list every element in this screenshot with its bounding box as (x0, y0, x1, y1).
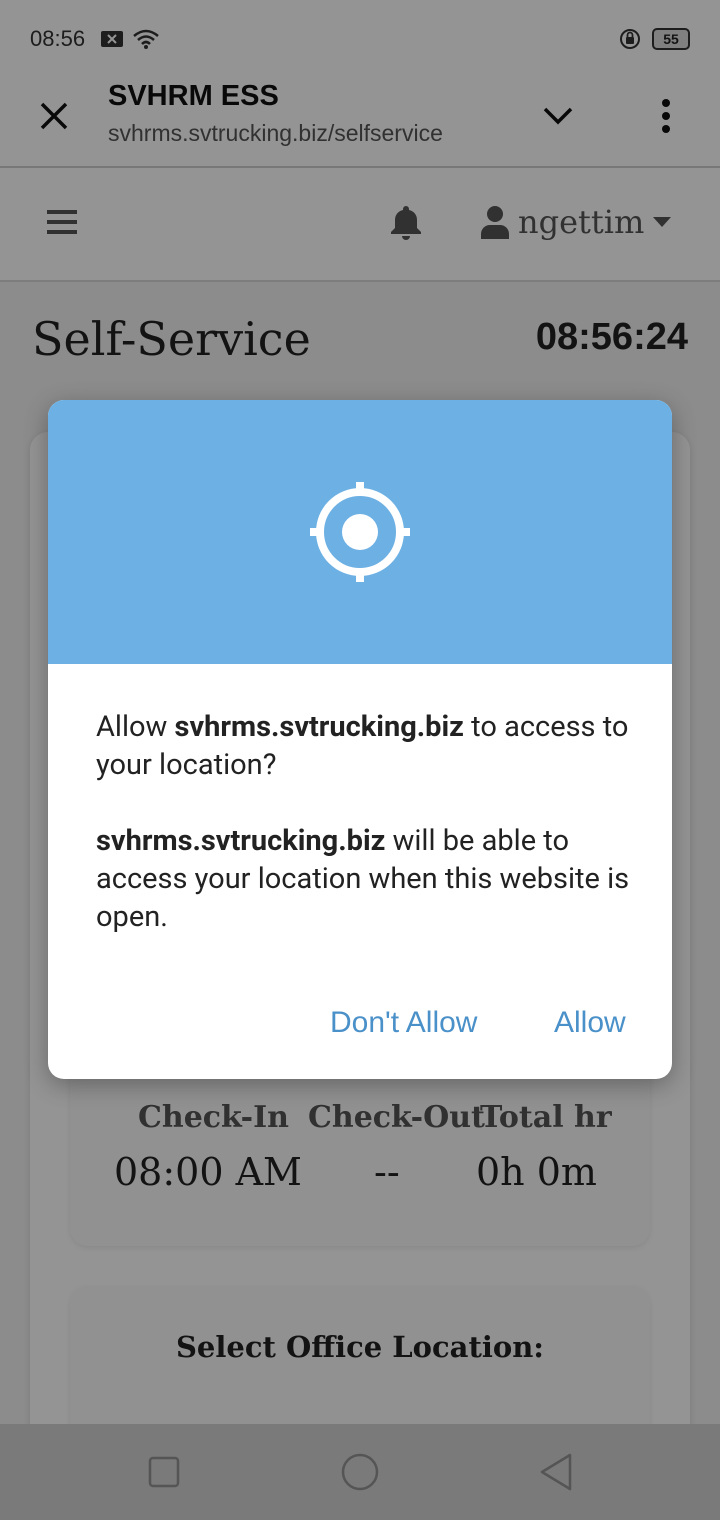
dialog-message: Allow svhrms.svtrucking.biz to access to… (96, 708, 636, 936)
allow-button[interactable]: Allow (554, 1006, 626, 1040)
home-button[interactable] (338, 1450, 382, 1494)
dialog-question: Allow svhrms.svtrucking.biz to access to… (96, 710, 629, 782)
dialog-header (48, 400, 672, 664)
dialog-explanation: svhrms.svtrucking.biz will be able to ac… (96, 824, 630, 934)
location-target-icon (310, 482, 410, 582)
back-button[interactable] (534, 1450, 578, 1494)
recents-button[interactable] (142, 1450, 186, 1494)
site-name: svhrms.svtrucking.biz (174, 710, 464, 744)
dont-allow-button[interactable]: Don't Allow (330, 1006, 477, 1040)
site-name: svhrms.svtrucking.biz (96, 824, 386, 858)
circle-icon (341, 1453, 379, 1491)
square-icon (148, 1456, 180, 1488)
system-nav-bar (0, 1424, 720, 1520)
location-permission-dialog: Allow svhrms.svtrucking.biz to access to… (48, 400, 672, 1079)
triangle-back-icon (540, 1453, 572, 1491)
